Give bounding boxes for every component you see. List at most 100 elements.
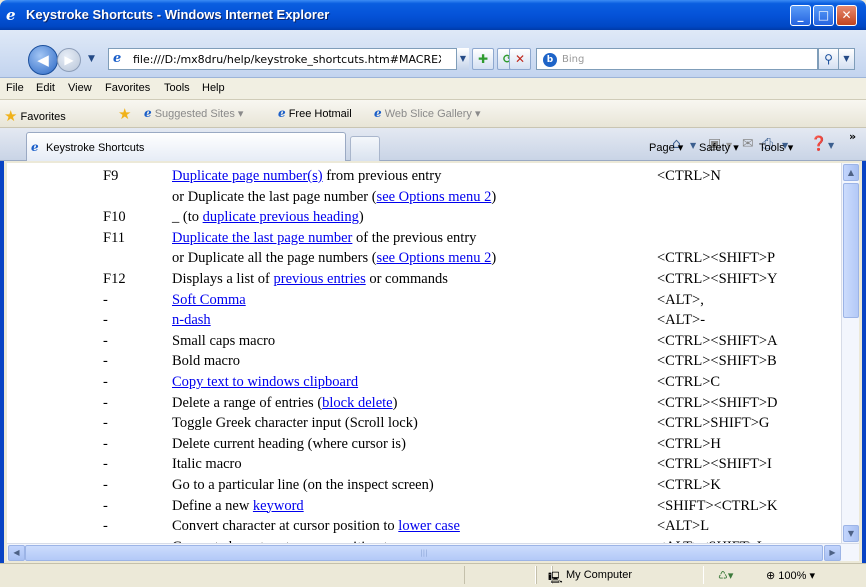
shortcut-description: _ (to duplicate previous heading) bbox=[172, 209, 364, 226]
status-bar bbox=[0, 563, 866, 587]
help-chevron-down-icon[interactable]: ▼ bbox=[828, 141, 834, 150]
scroll-up-button[interactable]: ▲ bbox=[843, 164, 859, 181]
maximize-button[interactable]: □ bbox=[813, 5, 834, 26]
shortcut-row: - n-dash <ALT>- bbox=[7, 312, 841, 332]
shortcut-key: - bbox=[103, 477, 108, 493]
shortcut-key: F12 bbox=[103, 271, 126, 287]
search-input[interactable]: b Bing bbox=[536, 48, 818, 70]
status-cell bbox=[464, 566, 536, 584]
toolbar-overflow-chevron-icon[interactable]: » bbox=[849, 130, 856, 143]
tools-menu[interactable]: Tools ▾ bbox=[759, 141, 793, 154]
menu-help[interactable]: Help bbox=[202, 82, 225, 94]
menu-edit[interactable]: Edit bbox=[36, 82, 55, 94]
web-slice-icon: e bbox=[374, 106, 382, 120]
search-options-button[interactable]: ▼ bbox=[839, 48, 855, 70]
vertical-scrollbar[interactable]: ▲ ▼ bbox=[841, 163, 859, 543]
favorites-button[interactable]: ★ Favorites bbox=[4, 106, 66, 125]
scroll-left-button[interactable]: ◀ bbox=[8, 545, 25, 561]
shortcut-key: F11 bbox=[103, 229, 126, 246]
minimize-button[interactable]: _ bbox=[790, 5, 811, 26]
favorites-bar: ★ Favorites ★ e Suggested Sites ▾ e Free… bbox=[0, 100, 866, 128]
page-menu[interactable]: Page ▾ bbox=[649, 141, 683, 154]
description-text: or commands bbox=[365, 271, 448, 287]
scroll-right-button[interactable]: ▶ bbox=[824, 545, 841, 561]
url-dropdown-button[interactable]: ▼ bbox=[456, 48, 469, 70]
recent-pages-chevron-down-icon[interactable]: ▼ bbox=[88, 54, 95, 64]
shortcut-key: - bbox=[103, 374, 108, 390]
shortcut-row: F11 Duplicate the last page number of the… bbox=[7, 230, 841, 250]
horizontal-scrollbar[interactable]: ◀ ||| ▶ bbox=[7, 543, 859, 561]
shortcut-keys: <ALT>, bbox=[657, 291, 704, 308]
shortcut-row: F12 Displays a list of previous entries o… bbox=[7, 271, 841, 291]
security-zone[interactable]: My Computer bbox=[566, 569, 632, 581]
vertical-scroll-thumb[interactable] bbox=[843, 183, 859, 318]
shortcut-description: Small caps macro bbox=[172, 333, 275, 350]
compatibility-view-button[interactable]: ✚ bbox=[472, 48, 494, 70]
back-button[interactable]: ◀ bbox=[28, 45, 58, 75]
star-icon: ★ bbox=[4, 108, 18, 125]
help-link[interactable]: see Options menu 2 bbox=[377, 189, 492, 205]
search-button[interactable]: ⚲ bbox=[818, 48, 839, 70]
scroll-down-button[interactable]: ▼ bbox=[843, 525, 859, 542]
shortcut-description: Define a new keyword bbox=[172, 498, 304, 515]
shortcut-keys: <CTRL>K bbox=[657, 477, 721, 493]
shortcut-key: F10 bbox=[103, 209, 126, 226]
shortcut-description: Displays a list of previous entries or c… bbox=[172, 271, 448, 288]
free-hotmail-link[interactable]: e Free Hotmail bbox=[278, 106, 352, 120]
tab-keystroke-shortcuts[interactable]: e Keystroke Shortcuts bbox=[26, 132, 346, 161]
suggested-sites-link[interactable]: e Suggested Sites ▾ bbox=[144, 106, 243, 120]
add-to-favorites-bar-button[interactable]: ★ bbox=[118, 104, 131, 123]
close-button[interactable]: ✕ bbox=[836, 5, 857, 26]
shortcut-row: - Copy text to windows clipboard <CTRL>C bbox=[7, 374, 841, 394]
menu-bar: File Edit View Favorites Tools Help bbox=[0, 78, 866, 100]
help-link[interactable]: see Options menu 2 bbox=[377, 250, 492, 266]
help-link[interactable]: keyword bbox=[253, 498, 304, 514]
shortcut-row: or Duplicate all the page numbers (see O… bbox=[7, 250, 841, 270]
description-text: Go to a particular line (on the inspect … bbox=[172, 477, 434, 493]
home-chevron-down-icon[interactable]: ▼ bbox=[690, 141, 696, 150]
new-tab-button[interactable] bbox=[350, 136, 380, 161]
shortcut-description: Soft Comma bbox=[172, 292, 246, 309]
help-link[interactable]: duplicate previous heading bbox=[203, 209, 359, 225]
zoom-icon: ⊕ bbox=[766, 570, 776, 582]
web-slice-gallery-link[interactable]: e Web Slice Gallery ▾ bbox=[374, 106, 481, 120]
page-icon: e bbox=[113, 51, 122, 66]
zoom-chevron-down-icon: ▾ bbox=[809, 570, 816, 582]
shortcut-keys: <CTRL>SHIFT>G bbox=[657, 415, 770, 432]
help-icon[interactable]: ❓ bbox=[810, 136, 827, 152]
forward-button[interactable]: ▶ bbox=[57, 48, 81, 72]
shortcut-description: Duplicate the last page number of the pr… bbox=[172, 230, 476, 247]
web-slice-gallery-label: Web Slice Gallery ▾ bbox=[384, 108, 481, 120]
read-mail-icon[interactable]: ✉ bbox=[742, 136, 754, 152]
safety-menu[interactable]: Safety ▾ bbox=[699, 141, 739, 154]
description-text: Define a new bbox=[172, 497, 253, 514]
menu-tools[interactable]: Tools bbox=[164, 82, 190, 94]
help-link[interactable]: lower case bbox=[398, 518, 460, 534]
help-link[interactable]: n-dash bbox=[172, 312, 211, 328]
zoom-level[interactable]: ⊕ 100% ▾ bbox=[766, 569, 815, 582]
help-link[interactable]: Duplicate page number(s) bbox=[172, 168, 323, 184]
stop-button[interactable]: ✕ bbox=[509, 48, 531, 70]
shortcut-key: - bbox=[103, 291, 108, 308]
help-link[interactable]: block delete bbox=[322, 395, 392, 411]
description-text: Toggle Greek character input (Scroll loc… bbox=[172, 415, 418, 432]
shortcut-description: Convert character at cursor position to … bbox=[172, 518, 460, 535]
shortcut-row: - Bold macro <CTRL><SHIFT>B bbox=[7, 353, 841, 373]
shortcut-row: - Convert character at cursor position to… bbox=[7, 518, 841, 538]
description-text: of the previous entry bbox=[352, 229, 477, 246]
help-link[interactable]: previous entries bbox=[274, 271, 366, 287]
shortcut-row: - Italic macro <CTRL><SHIFT>I bbox=[7, 456, 841, 476]
horizontal-scroll-thumb[interactable]: ||| bbox=[25, 545, 823, 561]
shortcut-keys: <CTRL><SHIFT>D bbox=[657, 394, 778, 411]
shortcut-description: Go to a particular line (on the inspect … bbox=[172, 477, 434, 494]
protected-mode-icon[interactable]: ♺▾ bbox=[718, 569, 733, 582]
help-link[interactable]: Copy text to windows clipboard bbox=[172, 374, 358, 390]
help-link[interactable]: Soft Comma bbox=[172, 292, 246, 308]
description-text: ) bbox=[491, 250, 497, 267]
menu-file[interactable]: File bbox=[6, 82, 24, 94]
menu-view[interactable]: View bbox=[68, 82, 92, 94]
shortcut-keys: <ALT>- bbox=[657, 312, 706, 329]
url-field[interactable]: e file:///D:/mx8dru/help/keystroke_short… bbox=[108, 48, 468, 70]
menu-favorites[interactable]: Favorites bbox=[105, 82, 150, 94]
help-link[interactable]: Duplicate the last page number bbox=[172, 230, 352, 246]
